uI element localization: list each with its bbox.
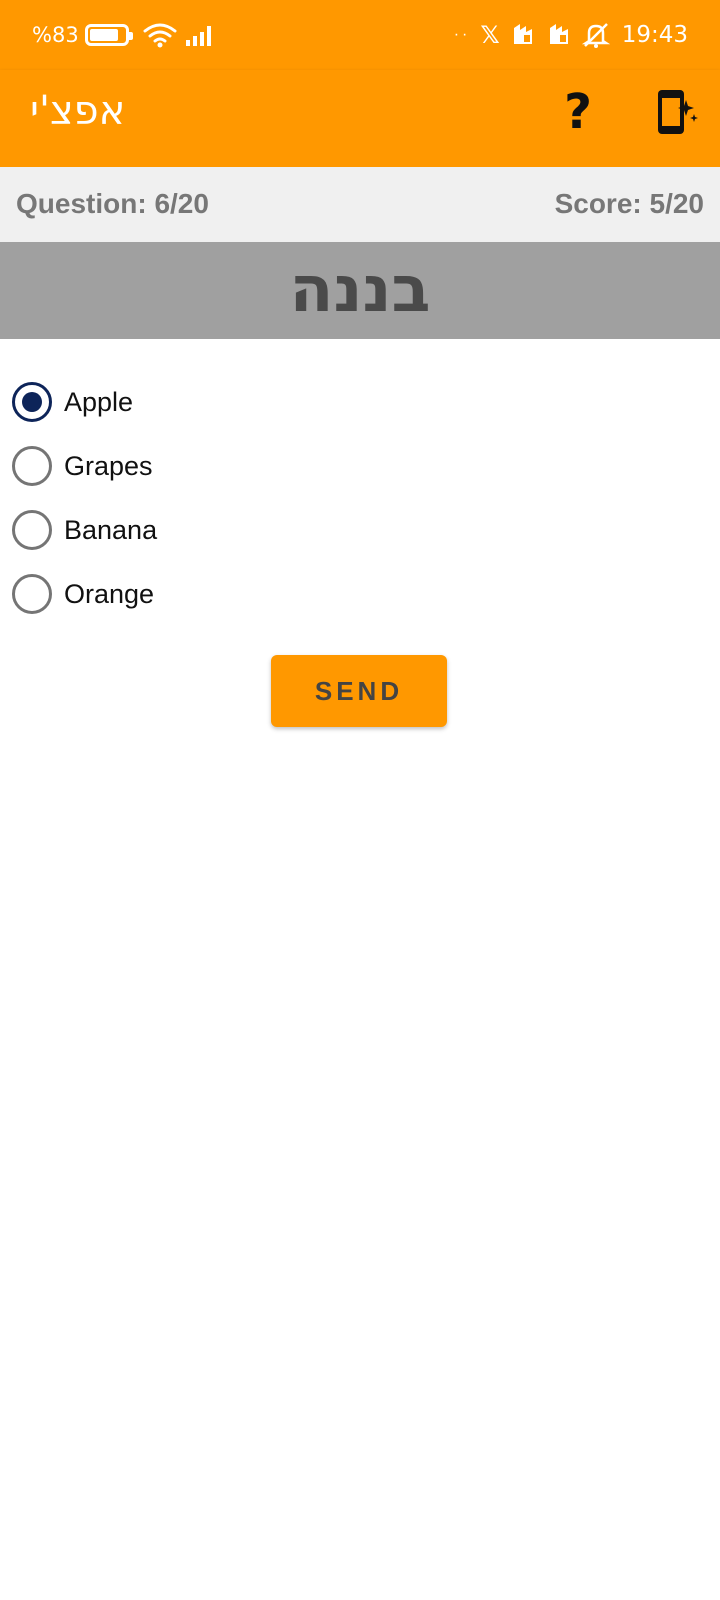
option-banana[interactable]: Banana	[0, 498, 400, 562]
status-bar: %83 ·· 𝕏 19:43	[0, 0, 720, 70]
x-app-icon: 𝕏	[480, 21, 500, 49]
phone-sparkle-button[interactable]	[652, 86, 702, 140]
score: Score: 5/20	[554, 188, 704, 219]
radio-button[interactable]	[12, 446, 52, 486]
battery-icon	[84, 24, 133, 46]
status-right: ·· 𝕏 19:43	[454, 18, 688, 52]
option-orange[interactable]: Orange	[0, 562, 400, 626]
option-grapes[interactable]: Grapes	[0, 434, 400, 498]
app-title: אפצ'י	[30, 88, 126, 134]
quiz-word: בננה	[289, 253, 431, 327]
notification-icon	[549, 24, 568, 44]
option-label: Apple	[64, 386, 134, 417]
option-label: Banana	[64, 514, 158, 545]
option-apple[interactable]: Apple	[0, 370, 400, 434]
notification-icon	[513, 24, 532, 44]
wifi-icon	[143, 23, 177, 48]
send-button[interactable]: SEND	[271, 655, 447, 727]
signal-icon	[185, 26, 211, 46]
radio-button[interactable]	[12, 574, 52, 614]
more-notifications-icon: ··	[453, 26, 471, 43]
question-icon: ?	[564, 84, 592, 140]
help-button[interactable]: ?	[556, 82, 600, 142]
option-label: Grapes	[64, 450, 153, 481]
phone-sparkle-icon	[658, 90, 698, 134]
question-progress: Question: 6/20	[16, 188, 209, 219]
radio-button[interactable]	[12, 382, 52, 422]
alarm-off-icon	[581, 23, 610, 48]
quiz-info-bar: Question: 6/20 Score: 5/20	[0, 167, 720, 242]
radio-button[interactable]	[12, 510, 52, 550]
status-left: %83	[32, 20, 215, 50]
battery-percentage: %83	[32, 23, 79, 47]
word-banner: בננה	[0, 242, 720, 339]
option-label: Orange	[64, 578, 155, 609]
status-time: 19:43	[621, 22, 688, 48]
app-bar: אפצ'י ?	[0, 70, 720, 167]
